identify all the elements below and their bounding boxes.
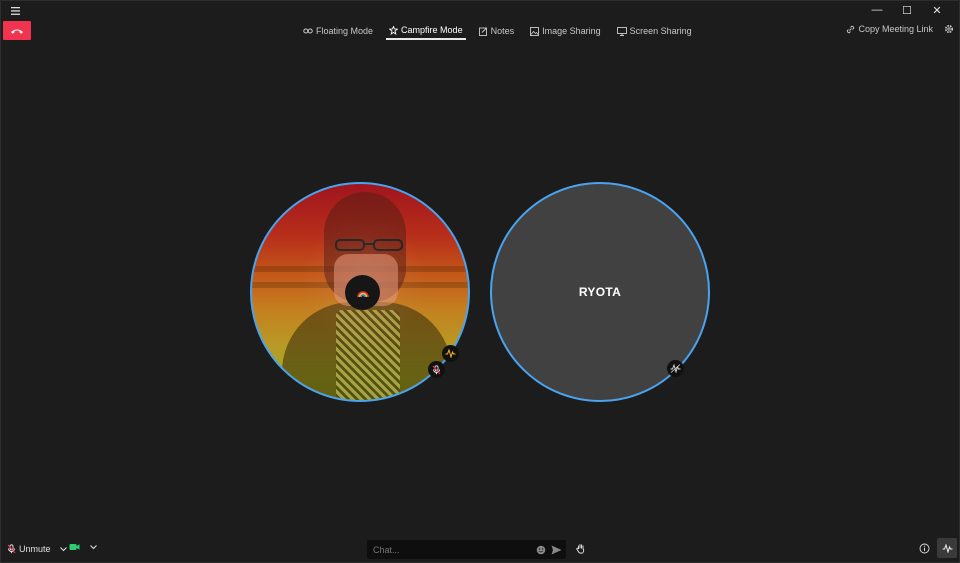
monitor-icon	[616, 26, 627, 36]
info-icon[interactable]	[919, 543, 930, 556]
rainbow-reaction-badge[interactable]	[345, 275, 380, 310]
audio-idle-icon	[670, 364, 681, 373]
hamburger-menu-icon[interactable]	[8, 5, 22, 17]
audio-activity-icon	[445, 349, 456, 358]
tab-campfire-mode[interactable]: Campfire Mode	[386, 22, 466, 40]
image-icon	[530, 26, 540, 36]
waveform-icon	[942, 543, 952, 553]
window-frame	[0, 0, 960, 563]
tab-screen-sharing[interactable]: Screen Sharing	[614, 22, 695, 40]
link-rings-icon	[303, 28, 313, 34]
emoji-icon[interactable]	[536, 545, 546, 555]
audio-activity-badge	[442, 345, 459, 362]
tab-image-sharing[interactable]: Image Sharing	[527, 22, 604, 40]
copy-link-label: Copy Meeting Link	[858, 24, 933, 34]
chevron-down-icon[interactable]	[59, 546, 68, 552]
chevron-down-icon[interactable]	[89, 544, 98, 550]
campfire-icon	[389, 25, 399, 35]
unmute-button[interactable]: Unmute	[7, 544, 68, 554]
participant-name: RYOTA	[578, 285, 622, 299]
chat-box	[367, 540, 566, 559]
video-toggle-button[interactable]	[69, 543, 98, 551]
tab-label: Image Sharing	[542, 26, 601, 36]
raise-hand-icon[interactable]	[576, 543, 586, 556]
mode-tabs: Floating Mode Campfire Mode Notes Image …	[300, 22, 695, 42]
mic-muted-icon	[7, 544, 16, 554]
link-icon	[847, 25, 855, 33]
window-controls: — ☐ ✕	[862, 3, 952, 17]
unmute-label: Unmute	[19, 544, 51, 554]
minimize-button[interactable]: —	[862, 3, 892, 17]
mic-muted-icon	[432, 364, 441, 374]
tab-notes[interactable]: Notes	[476, 22, 518, 40]
tab-label: Notes	[490, 26, 515, 36]
close-button[interactable]: ✕	[922, 3, 952, 17]
tab-label: Screen Sharing	[629, 26, 692, 36]
settings-gear-icon[interactable]	[944, 24, 954, 36]
phone-hangup-icon	[11, 29, 23, 34]
tab-floating-mode[interactable]: Floating Mode	[300, 22, 376, 40]
bottom-toolbar: Unmute	[0, 537, 960, 563]
audio-idle-badge	[667, 360, 684, 377]
hang-up-button[interactable]	[3, 21, 31, 40]
send-icon[interactable]	[551, 545, 562, 555]
chat-input[interactable]	[371, 543, 531, 556]
activity-monitor-button[interactable]	[937, 538, 957, 558]
rainbow-icon	[356, 290, 369, 297]
video-camera-icon	[69, 544, 80, 550]
copy-meeting-link-button[interactable]: Copy Meeting Link	[846, 24, 933, 34]
mic-muted-badge	[428, 361, 445, 378]
notes-icon	[478, 26, 487, 36]
tab-label: Floating Mode	[316, 26, 374, 36]
maximize-button[interactable]: ☐	[892, 3, 922, 17]
tab-label: Campfire Mode	[401, 25, 463, 35]
